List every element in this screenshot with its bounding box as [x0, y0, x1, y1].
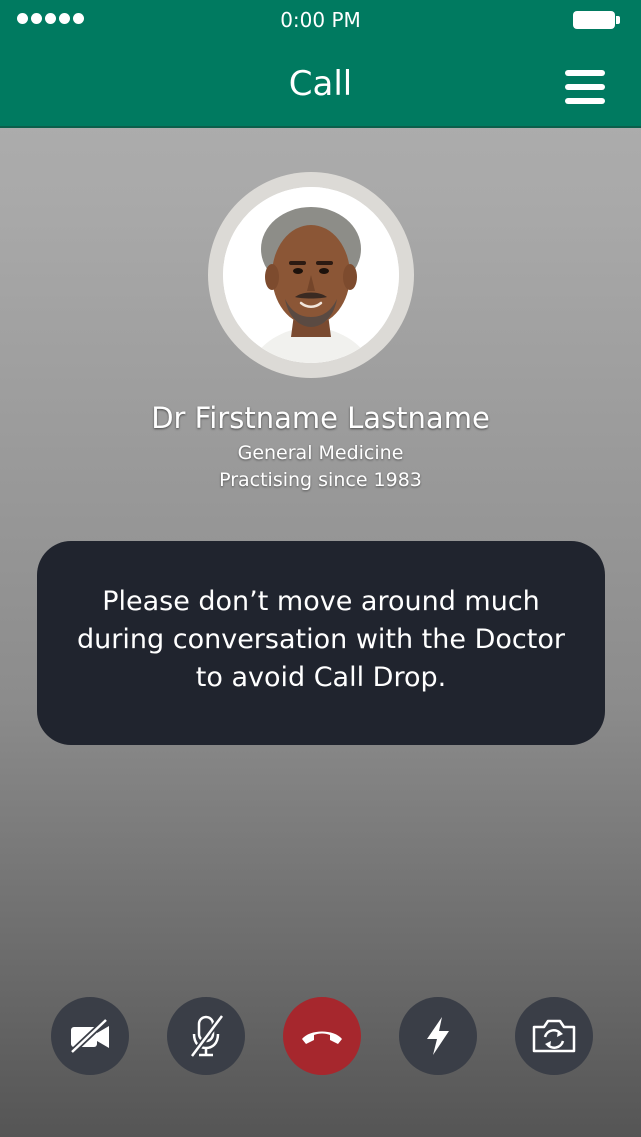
header-bar: 0:00 PM Call [0, 0, 641, 128]
call-screen: 0:00 PM Call Dr Firstname Lastname Gener… [0, 0, 641, 1137]
call-drop-notice: Please don’t move around much during con… [37, 541, 605, 745]
call-controls [0, 997, 641, 1075]
doctor-practising-since: Practising since 1983 [219, 469, 422, 491]
video-off-button[interactable] [51, 997, 129, 1075]
battery-icon [573, 11, 620, 29]
doctor-photo [223, 187, 399, 363]
flash-button[interactable] [399, 997, 477, 1075]
doctor-avatar [208, 172, 414, 378]
flash-icon [427, 1017, 449, 1055]
switch-camera-icon [532, 1019, 576, 1053]
mute-button[interactable] [167, 997, 245, 1075]
switch-camera-button[interactable] [515, 997, 593, 1075]
status-time: 0:00 PM [280, 8, 361, 32]
notice-text: Please don’t move around much during con… [77, 586, 565, 693]
video-off-icon [69, 1018, 109, 1054]
mic-off-icon [189, 1014, 225, 1058]
end-call-icon [302, 1031, 342, 1044]
hamburger-menu-icon[interactable] [565, 70, 605, 104]
doctor-specialty: General Medicine [237, 442, 404, 464]
page-title: Call [288, 64, 353, 104]
doctor-name: Dr Firstname Lastname [151, 401, 490, 435]
end-call-button[interactable] [283, 997, 361, 1075]
